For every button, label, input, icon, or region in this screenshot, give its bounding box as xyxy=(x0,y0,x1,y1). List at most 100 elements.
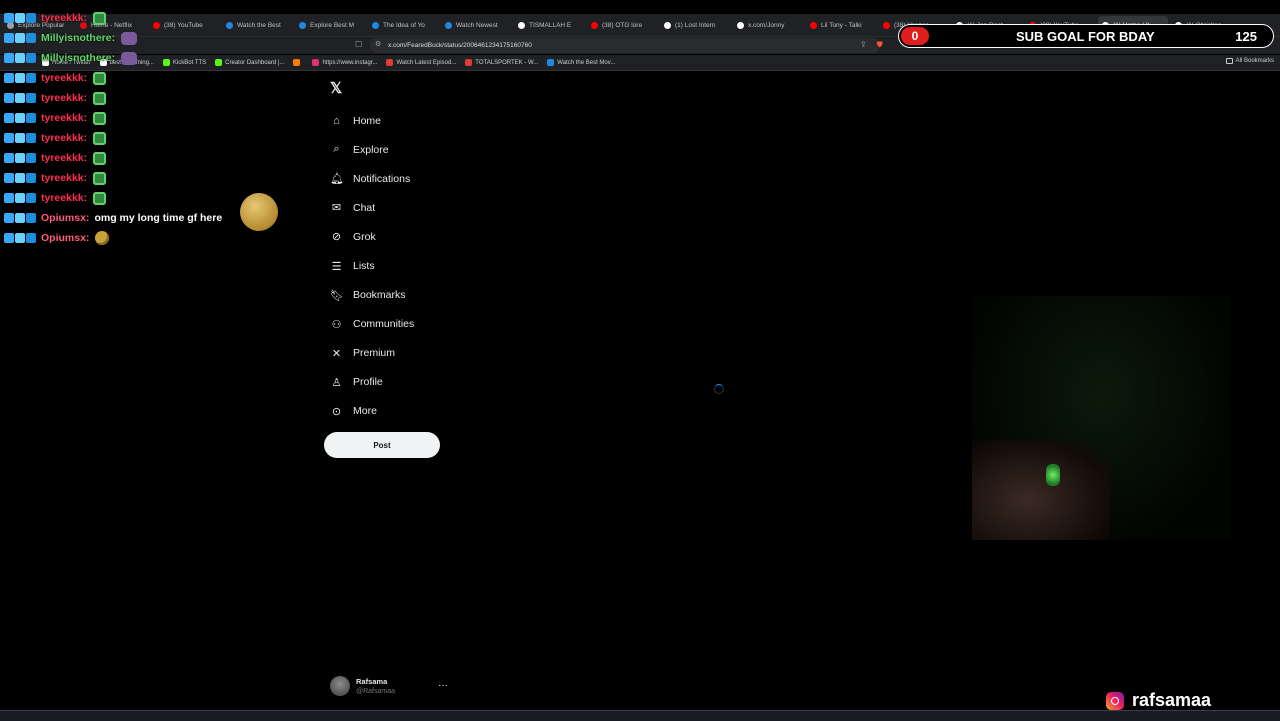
nav-item-lists[interactable]: ☰ Lists xyxy=(330,251,414,280)
chat-badge-icon xyxy=(4,193,14,203)
potato-sticker-emote xyxy=(240,193,278,231)
chat-message: tyreekkk: xyxy=(4,148,294,168)
tab-favicon-icon xyxy=(299,21,306,29)
nav-item-chat[interactable]: ✉ Chat xyxy=(330,193,414,222)
chat-username[interactable]: tyreekkk: xyxy=(41,192,87,204)
chat-username[interactable]: tyreekkk: xyxy=(41,152,87,164)
chat-username[interactable]: Millyisnothere: xyxy=(41,52,115,64)
chat-username[interactable]: tyreekkk: xyxy=(41,132,87,144)
nav-item-premium[interactable]: ✕ Premium xyxy=(330,339,414,368)
chat-badge-icon xyxy=(26,213,36,223)
browser-tab[interactable]: Explore Best M xyxy=(295,16,365,34)
bookmark-favicon-icon xyxy=(386,59,394,66)
chat-username[interactable]: tyreekkk: xyxy=(41,172,87,184)
nav-item-label: Grok xyxy=(353,230,376,243)
browser-tab[interactable]: (38) OTG lore xyxy=(587,16,657,34)
instagram-handle: rafsamaa xyxy=(1132,690,1212,710)
browser-tab[interactable]: TISMALLAH E xyxy=(514,16,584,34)
nav-item-notifications[interactable]: 🔔︎ Notifications xyxy=(330,164,414,193)
sub-goal-title: SUB GOAL FOR BDAY xyxy=(1016,29,1155,44)
search-icon: ⌕ xyxy=(333,143,340,156)
share-icon[interactable]: ⇪ xyxy=(860,40,867,50)
chat-text: omg my long time gf here xyxy=(94,212,223,224)
nav-item-label: Lists xyxy=(353,260,375,273)
chat-badge-icon xyxy=(4,213,14,223)
bookmark-item[interactable]: https://www.instagr... xyxy=(312,59,377,66)
chat-badge-icon xyxy=(26,13,36,23)
account-switcher[interactable]: Rafsama @Rafsamaa xyxy=(330,676,395,696)
chat-badge-icon xyxy=(4,93,14,103)
bookmark-label: Watch Latest Episod... xyxy=(396,59,457,66)
chat-message: Millyisnothere: xyxy=(4,48,294,68)
nav-item-home[interactable]: ⌂ Home xyxy=(330,106,414,135)
chat-badges xyxy=(4,53,36,63)
chat-badge-icon xyxy=(4,133,14,143)
post-button[interactable]: Post xyxy=(324,432,440,458)
bell-icon: 🔔︎ xyxy=(330,173,344,186)
nav-item-bookmarks[interactable]: 🔖︎ Bookmarks xyxy=(330,281,414,310)
bookmark-item[interactable]: Watch Latest Episod... xyxy=(386,59,456,66)
chat-badges xyxy=(4,13,36,23)
x-logo-icon[interactable]: 𝕏 xyxy=(330,79,342,97)
chat-badge-icon xyxy=(4,173,14,183)
site-info-icon[interactable]: ⚙ xyxy=(375,41,382,49)
chat-username[interactable]: tyreekkk: xyxy=(41,12,87,24)
nav-item-grok[interactable]: ⊘ Grok xyxy=(330,222,414,251)
chat-username[interactable]: tyreekkk: xyxy=(41,112,87,124)
url-field[interactable]: ⚙ x.com/FearedBuck/status/20064612341751… xyxy=(370,38,880,53)
purple-emote-icon xyxy=(121,31,138,45)
nav-item-label: More xyxy=(353,405,377,418)
all-bookmarks-button[interactable]: All Bookmarks xyxy=(1225,58,1274,64)
tab-favicon-icon xyxy=(883,21,890,29)
chat-message: tyreekkk: xyxy=(4,88,294,108)
chat-badge-icon xyxy=(4,153,14,163)
folder-icon xyxy=(1225,58,1233,64)
chat-badges xyxy=(4,93,36,103)
nav-item-profile[interactable]: ♙ Profile xyxy=(330,368,414,397)
chat-message: Millyisnothere: xyxy=(4,28,294,48)
bottom-border xyxy=(0,710,1280,721)
chat-message: tyreekkk: xyxy=(4,168,294,188)
bookmark-favicon-icon xyxy=(465,59,473,66)
chat-badges xyxy=(4,233,36,243)
more-dots-icon[interactable]: ··· xyxy=(438,680,448,691)
bookmark-favicon-icon xyxy=(547,59,555,66)
chat-badge-icon xyxy=(26,233,36,243)
tab-label: TISMALLAH E xyxy=(529,21,572,29)
bookmark-item[interactable]: Watch the Best Mov... xyxy=(547,59,615,66)
chat-username[interactable]: tyreekkk: xyxy=(41,72,87,84)
nav-item-explore[interactable]: ⌕ Explore xyxy=(330,135,414,164)
loading-spinner-icon xyxy=(714,384,724,394)
bookmark-item[interactable]: TOTALSPORTEK - W... xyxy=(465,59,538,66)
list-icon: ☰ xyxy=(331,260,342,273)
nav-item-label: Home xyxy=(353,114,382,127)
chat-badges xyxy=(4,73,36,83)
brave-shield-icon[interactable]: ⛊ xyxy=(877,40,883,50)
x-premium-icon: ✕ xyxy=(331,347,342,360)
browser-tab[interactable]: x.com/Jonny xyxy=(733,16,803,34)
chat-message: Opiumsx: xyxy=(4,228,294,248)
browser-tab[interactable]: Watch Newest xyxy=(441,16,511,34)
chat-username[interactable]: Opiumsx: xyxy=(41,212,89,224)
chat-badge-icon xyxy=(26,173,36,183)
nav-item-communities[interactable]: ⚇ Communities xyxy=(330,310,415,339)
tab-label: Lil Tony - Talki xyxy=(821,21,862,29)
bookmark-label: https://www.instagr... xyxy=(322,59,378,66)
chat-badge-icon xyxy=(26,133,36,143)
chat-message: tyreekkk: xyxy=(4,128,294,148)
chat-badge-icon xyxy=(15,213,25,223)
sub-goal-target: 125 xyxy=(1235,29,1257,44)
chat-badge-icon xyxy=(26,33,36,43)
chat-username[interactable]: Opiumsx: xyxy=(41,232,89,244)
bookmark-item[interactable] xyxy=(293,59,303,66)
browser-tab[interactable]: (1) Lost Intern xyxy=(660,16,730,34)
chat-username[interactable]: Millyisnothere: xyxy=(41,32,115,44)
chat-username[interactable]: tyreekkk: xyxy=(41,92,87,104)
nav-item-more[interactable]: ⊙ More xyxy=(330,397,414,426)
browser-tab[interactable]: The Idea of Yo xyxy=(368,16,438,34)
bookmark-star-icon[interactable]: ☐ xyxy=(355,40,362,49)
chat-badge-icon xyxy=(15,53,25,63)
chat-badges xyxy=(4,193,36,203)
tab-favicon-icon xyxy=(810,21,817,29)
browser-tab[interactable]: Lil Tony - Talki xyxy=(806,16,876,34)
